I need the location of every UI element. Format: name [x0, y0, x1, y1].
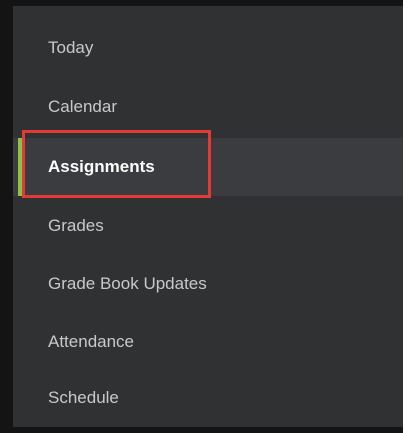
sidebar-item-label: Grades	[48, 216, 104, 235]
sidebar-item-label: Grade Book Updates	[48, 274, 207, 293]
active-indicator	[18, 138, 22, 196]
sidebar-item-grades[interactable]: Grades	[13, 197, 403, 255]
sidebar-item-schedule[interactable]: Schedule	[13, 369, 403, 427]
sidebar-item-calendar[interactable]: Calendar	[13, 78, 403, 136]
frame-right-edge	[403, 0, 409, 433]
sidebar-item-label: Attendance	[48, 332, 135, 351]
sidebar-item-label: Today	[48, 38, 94, 57]
sidebar-nav: Today Calendar Assignments Grades Grade …	[13, 6, 403, 427]
sidebar-item-grade-book-updates[interactable]: Grade Book Updates	[13, 255, 403, 313]
sidebar-item-label: Calendar	[48, 97, 117, 116]
sidebar-item-today[interactable]: Today	[13, 19, 403, 77]
frame-bottom-edge	[0, 427, 409, 433]
sidebar-nav-panel: Today Calendar Assignments Grades Grade …	[0, 0, 409, 433]
frame-left-edge	[0, 0, 13, 433]
sidebar-item-assignments[interactable]: Assignments	[13, 138, 403, 196]
sidebar-item-label: Assignments	[48, 157, 155, 176]
sidebar-item-attendance[interactable]: Attendance	[13, 313, 403, 371]
sidebar-item-label: Schedule	[48, 388, 119, 407]
